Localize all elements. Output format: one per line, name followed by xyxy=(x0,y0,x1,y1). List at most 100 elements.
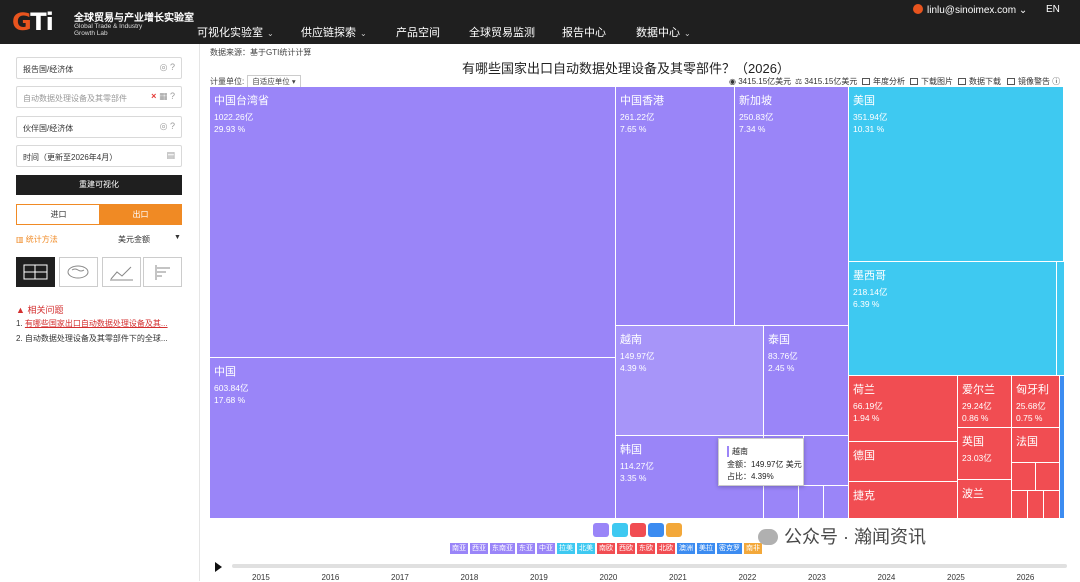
tile-mexico[interactable]: 墨西哥 218.14亿 6.39 % xyxy=(849,262,1057,376)
oceania-icon[interactable] xyxy=(648,523,664,537)
tile-small-asia[interactable] xyxy=(824,486,849,519)
legend-chip[interactable]: 密克罗 xyxy=(717,543,742,554)
legend-chip[interactable]: 东欧 xyxy=(637,543,655,554)
export-tab[interactable]: 出口 xyxy=(99,205,182,224)
treemap-chart: 中国台湾省 1022.26亿 29.93 % 中国 603.84亿 17.68 % 中国… xyxy=(210,87,1065,519)
tile-china[interactable]: 中国 603.84亿 17.68 % xyxy=(210,358,616,519)
legend-chip[interactable]: 澳洲 xyxy=(677,543,695,554)
settings-icon[interactable]: ◎ xyxy=(160,62,168,72)
legend-chip[interactable]: 东亚 xyxy=(517,543,535,554)
nav-supply-chain[interactable]: 供应链探索 ⌄ xyxy=(301,24,367,40)
africa-icon[interactable] xyxy=(666,523,682,537)
tile-small-europe[interactable] xyxy=(1028,491,1044,519)
play-icon[interactable] xyxy=(215,562,222,572)
nav-data-center[interactable]: 数据中心 ⌄ xyxy=(636,24,691,40)
logo[interactable]: GTi 全球贸易与产业增长实验室 Global Trade & Industry… xyxy=(12,6,202,38)
annual-analysis-button[interactable]: 年度分析 xyxy=(862,76,905,87)
tile-small-americas[interactable] xyxy=(1057,262,1065,376)
question-item[interactable]: 2. 自动数据处理设备及其零部件下的全球... xyxy=(16,333,186,344)
tile-france[interactable]: 法国 xyxy=(1012,428,1060,463)
legend-chip[interactable]: 西欧 xyxy=(617,543,635,554)
bar-view-button[interactable] xyxy=(143,257,182,287)
logo-title-en: Global Trade & Industry Growth Lab xyxy=(74,23,143,37)
calendar-icon[interactable]: ▤ xyxy=(166,150,175,160)
time-field[interactable]: 时间（更新至2026年4月） ▤ xyxy=(16,145,182,167)
legend-chip[interactable]: 西亚 xyxy=(470,543,488,554)
asia-icon[interactable] xyxy=(593,523,609,537)
tile-netherlands[interactable]: 荷兰 66.19亿 1.94 % xyxy=(849,376,958,442)
tile-hongkong[interactable]: 中国香港 261.22亿 7.65 % xyxy=(616,87,735,326)
nav-visualization-lab[interactable]: 可视化实验室 ⌄ xyxy=(197,24,274,40)
nav-product-space[interactable]: 产品空间 xyxy=(396,24,440,40)
globe-map-icon xyxy=(67,265,89,279)
total-value-2[interactable]: ⚖ 3415.15亿美元 xyxy=(795,76,857,87)
timeline-track[interactable] xyxy=(232,564,1067,568)
tile-taiwan[interactable]: 中国台湾省 1022.26亿 29.93 % xyxy=(210,87,616,358)
treemap-view-button[interactable] xyxy=(16,257,55,287)
user-icon xyxy=(913,4,923,14)
tile-thailand[interactable]: 泰国 83.76亿 2.45 % xyxy=(764,326,849,436)
legend-chip[interactable]: 北美 xyxy=(577,543,595,554)
tile-poland[interactable]: 波兰 xyxy=(958,480,1012,519)
tile-small-oceania[interactable] xyxy=(1060,376,1065,519)
tile-usa[interactable]: 美国 351.94亿 10.31 % xyxy=(849,87,1064,262)
clear-icon[interactable]: × xyxy=(151,91,156,101)
tile-small-europe[interactable] xyxy=(1012,491,1028,519)
download-image-button[interactable]: 下载图片 xyxy=(910,76,953,87)
chevron-down-icon: ⌄ xyxy=(1018,5,1028,16)
warning-icon: ▲ xyxy=(16,305,25,315)
map-view-button[interactable] xyxy=(59,257,98,287)
chevron-down-icon: ⌄ xyxy=(684,29,691,38)
legend-chip[interactable]: 东南亚 xyxy=(490,543,515,554)
legend-chip[interactable]: 拉美 xyxy=(557,543,575,554)
data-source: 数据来源：基于GTI统计计算 xyxy=(210,48,312,57)
mirror-warning-button[interactable]: 镜像警告 ⓘ xyxy=(1007,76,1060,87)
help-icon[interactable]: ? xyxy=(170,62,175,72)
tile-singapore[interactable]: 新加坡 250.83亿 7.34 % xyxy=(735,87,849,326)
legend-chip[interactable]: 南亚 xyxy=(450,543,468,554)
help-icon[interactable]: ? xyxy=(170,91,175,101)
tile-czech[interactable]: 捷克 xyxy=(849,482,958,519)
help-icon[interactable]: ? xyxy=(170,121,175,131)
import-tab[interactable]: 进口 xyxy=(17,205,100,224)
line-view-button[interactable] xyxy=(102,257,141,287)
tile-small-asia[interactable] xyxy=(764,486,799,519)
tile-ireland[interactable]: 爱尔兰 29.24亿 0.86 % xyxy=(958,376,1012,428)
total-value-toggle[interactable]: ◉ 3415.15亿美元 xyxy=(729,76,791,87)
question-item[interactable]: 1. 有哪些国家出口自动数据处理设备及其... xyxy=(16,318,186,329)
nav-trade-monitor[interactable]: 全球贸易监测 xyxy=(469,24,535,40)
partner-field[interactable]: 伙伴国/经济体 ◎ ? xyxy=(16,116,182,138)
line-chart-icon xyxy=(110,266,133,281)
legend-chip[interactable]: 北欧 xyxy=(657,543,675,554)
user-menu[interactable]: linlu@sinoimex.com ⌄ xyxy=(913,4,1027,16)
language-switch[interactable]: EN xyxy=(1046,4,1060,15)
legend-chip[interactable]: 美拉 xyxy=(697,543,715,554)
eye-icon: ◉ xyxy=(729,77,736,86)
tile-germany[interactable]: 德国 xyxy=(849,442,958,482)
download-data-button[interactable]: 数据下载 xyxy=(958,76,1001,87)
americas-icon[interactable] xyxy=(612,523,628,537)
tile-vietnam[interactable]: 越南 149.97亿 4.39 % xyxy=(616,326,764,436)
grid-icon[interactable]: ▦ xyxy=(159,91,168,101)
reporter-field[interactable]: 报告国/经济体 ◎ ? xyxy=(16,57,182,79)
legend-chip[interactable]: 中亚 xyxy=(537,543,555,554)
rebuild-button[interactable]: 重建可视化 xyxy=(16,175,182,195)
tile-small-europe[interactable] xyxy=(1044,491,1060,519)
tile-hungary[interactable]: 匈牙利 25.68亿 0.75 % xyxy=(1012,376,1060,428)
treemap-icon xyxy=(23,264,48,280)
tile-small-asia[interactable] xyxy=(804,436,849,486)
chart-title: 有哪些国家出口自动数据处理设备及其零部件？（2026） xyxy=(462,61,790,76)
tile-small-europe[interactable] xyxy=(1036,463,1060,491)
method-select[interactable]: ▥ 统计方法 美元金额 ▼ xyxy=(16,234,182,248)
legend-chip[interactable]: 南欧 xyxy=(597,543,615,554)
chart-icon: ▥ xyxy=(16,235,24,244)
tile-small-europe[interactable] xyxy=(1012,463,1036,491)
europe-icon[interactable] xyxy=(630,523,646,537)
tile-uk[interactable]: 英国 23.03亿 xyxy=(958,428,1012,480)
caret-down-icon: ▼ xyxy=(174,234,181,241)
nav-report-center[interactable]: 报告中心 xyxy=(562,24,606,40)
tile-small-asia[interactable] xyxy=(799,486,824,519)
settings-icon[interactable]: ◎ xyxy=(160,121,168,131)
product-field[interactable]: 自动数据处理设备及其零部件 × ▦ ? xyxy=(16,86,182,108)
table-icon xyxy=(958,78,966,85)
